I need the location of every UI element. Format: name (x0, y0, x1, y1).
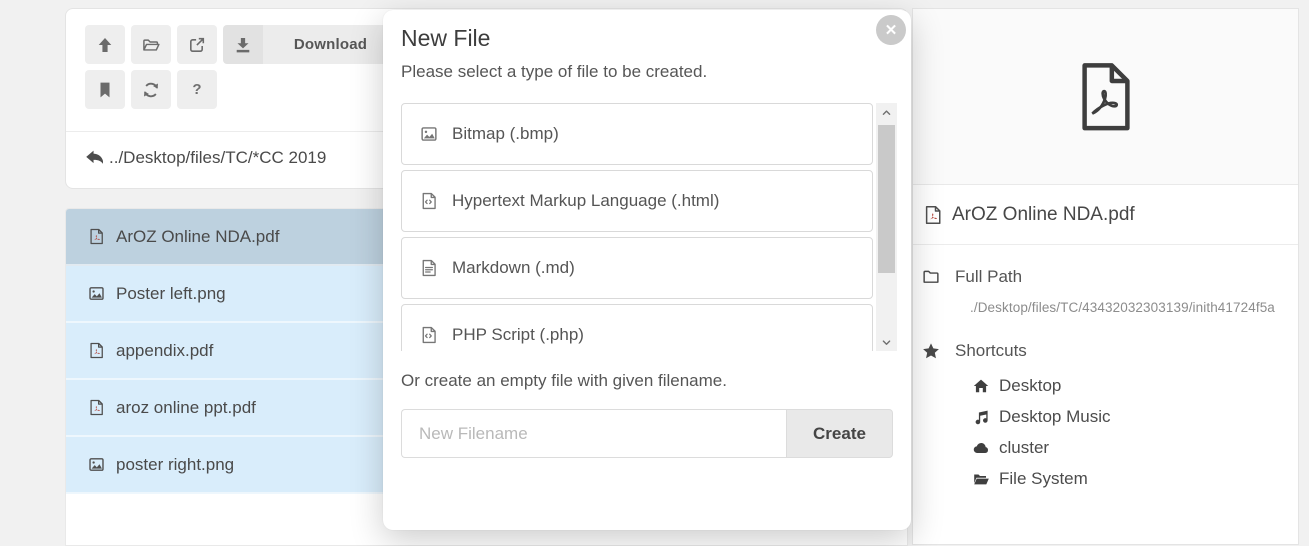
file-lines-icon (420, 259, 438, 277)
shortcut-list: Desktop Desktop Music cluster File Syste… (973, 370, 1288, 494)
shortcuts-label: Shortcuts (955, 341, 1027, 361)
file-type-label: Bitmap (.bmp) (452, 124, 559, 144)
file-type-html[interactable]: Hypertext Markup Language (.html) (401, 170, 873, 232)
preview-hero (913, 9, 1298, 185)
bookmark-icon (96, 81, 114, 99)
home-icon (973, 378, 989, 394)
shortcut-file-system[interactable]: File System (973, 463, 1288, 494)
file-preview-panel: ArOZ Online NDA.pdf Full Path ./Desktop/… (912, 8, 1299, 545)
toolbar-row-1: Download (85, 25, 398, 64)
file-image-icon (88, 285, 105, 302)
open-folder-button[interactable] (131, 25, 171, 64)
breadcrumb[interactable]: ../Desktop/files/TC/*CC 2019 (85, 148, 326, 168)
preview-details: Full Path ./Desktop/files/TC/43432032303… (913, 245, 1298, 494)
help-button-label: ? (192, 81, 201, 98)
create-button[interactable]: Create (786, 409, 893, 458)
new-file-modal: ✕ New File Please select a type of file … (383, 10, 911, 530)
refresh-button[interactable] (131, 70, 171, 109)
file-image-icon (420, 125, 438, 143)
download-button[interactable]: Download (223, 25, 398, 64)
file-name: appendix.pdf (116, 341, 213, 361)
shortcut-desktop-music[interactable]: Desktop Music (973, 401, 1288, 432)
file-pdf-icon (88, 228, 105, 245)
shortcuts-header: Shortcuts (922, 341, 1288, 361)
shortcut-label: Desktop (999, 376, 1061, 396)
shortcut-desktop[interactable]: Desktop (973, 370, 1288, 401)
preview-filename-row: ArOZ Online NDA.pdf (913, 185, 1298, 245)
file-type-label: Markdown (.md) (452, 258, 575, 278)
file-code-icon (420, 192, 438, 210)
scrollbar[interactable] (876, 103, 897, 351)
breadcrumb-path: ../Desktop/files/TC/*CC 2019 (109, 148, 326, 168)
file-pdf-icon (88, 399, 105, 416)
scrollbar-up-arrow[interactable] (876, 103, 897, 121)
folder-open-icon (142, 36, 160, 54)
shortcut-label: Desktop Music (999, 407, 1110, 427)
file-type-label: PHP Script (.php) (452, 325, 584, 345)
modal-subtitle: Please select a type of file to be creat… (401, 62, 707, 82)
file-pdf-icon (88, 342, 105, 359)
file-type-php[interactable]: PHP Script (.php) (401, 304, 873, 351)
up-arrow-icon (96, 36, 114, 54)
full-path-header: Full Path (922, 267, 1288, 287)
scrollbar-thumb[interactable] (878, 125, 895, 273)
download-icon (223, 25, 263, 64)
file-name: ArOZ Online NDA.pdf (116, 227, 279, 247)
file-type-bitmap[interactable]: Bitmap (.bmp) (401, 103, 873, 165)
toolbar-row-2: ? (85, 70, 217, 109)
file-type-list: Bitmap (.bmp) Hypertext Markup Language … (401, 103, 873, 351)
scrollbar-down-arrow[interactable] (876, 333, 897, 351)
shortcut-cluster[interactable]: cluster (973, 432, 1288, 463)
filename-input-group: Create (401, 409, 893, 458)
modal-footer-text: Or create an empty file with given filen… (401, 371, 727, 391)
external-link-icon (188, 36, 206, 54)
full-path-label: Full Path (955, 267, 1022, 287)
close-icon: ✕ (885, 21, 898, 39)
file-pdf-icon (923, 205, 943, 225)
go-up-button[interactable] (85, 25, 125, 64)
star-icon (922, 342, 940, 360)
file-type-markdown[interactable]: Markdown (.md) (401, 237, 873, 299)
cloud-icon (973, 440, 989, 456)
full-path-value: ./Desktop/files/TC/43432032303139/inith4… (970, 300, 1288, 315)
share-button[interactable] (177, 25, 217, 64)
big-pdf-file-icon (1078, 62, 1134, 132)
file-name: poster right.png (116, 455, 234, 475)
preview-filename: ArOZ Online NDA.pdf (952, 204, 1135, 226)
download-button-label: Download (263, 25, 398, 64)
file-code-icon (420, 326, 438, 344)
new-filename-input[interactable] (401, 409, 786, 458)
folder-open-icon (973, 471, 989, 487)
shortcut-label: cluster (999, 438, 1049, 458)
back-reply-icon (85, 149, 103, 167)
file-manager-page: { "toolbar": { "download_label": "Downlo… (0, 0, 1309, 546)
music-icon (973, 409, 989, 425)
file-name: Poster left.png (116, 284, 226, 304)
bookmark-button[interactable] (85, 70, 125, 109)
file-image-icon (88, 456, 105, 473)
file-type-label: Hypertext Markup Language (.html) (452, 191, 719, 211)
shortcut-label: File System (999, 469, 1088, 489)
chevron-down-icon (881, 337, 892, 348)
modal-title: New File (401, 25, 490, 52)
folder-icon (922, 268, 940, 286)
close-button[interactable]: ✕ (876, 15, 906, 45)
file-name: aroz online ppt.pdf (116, 398, 256, 418)
help-button[interactable]: ? (177, 70, 217, 109)
chevron-up-icon (881, 107, 892, 118)
refresh-icon (142, 81, 160, 99)
